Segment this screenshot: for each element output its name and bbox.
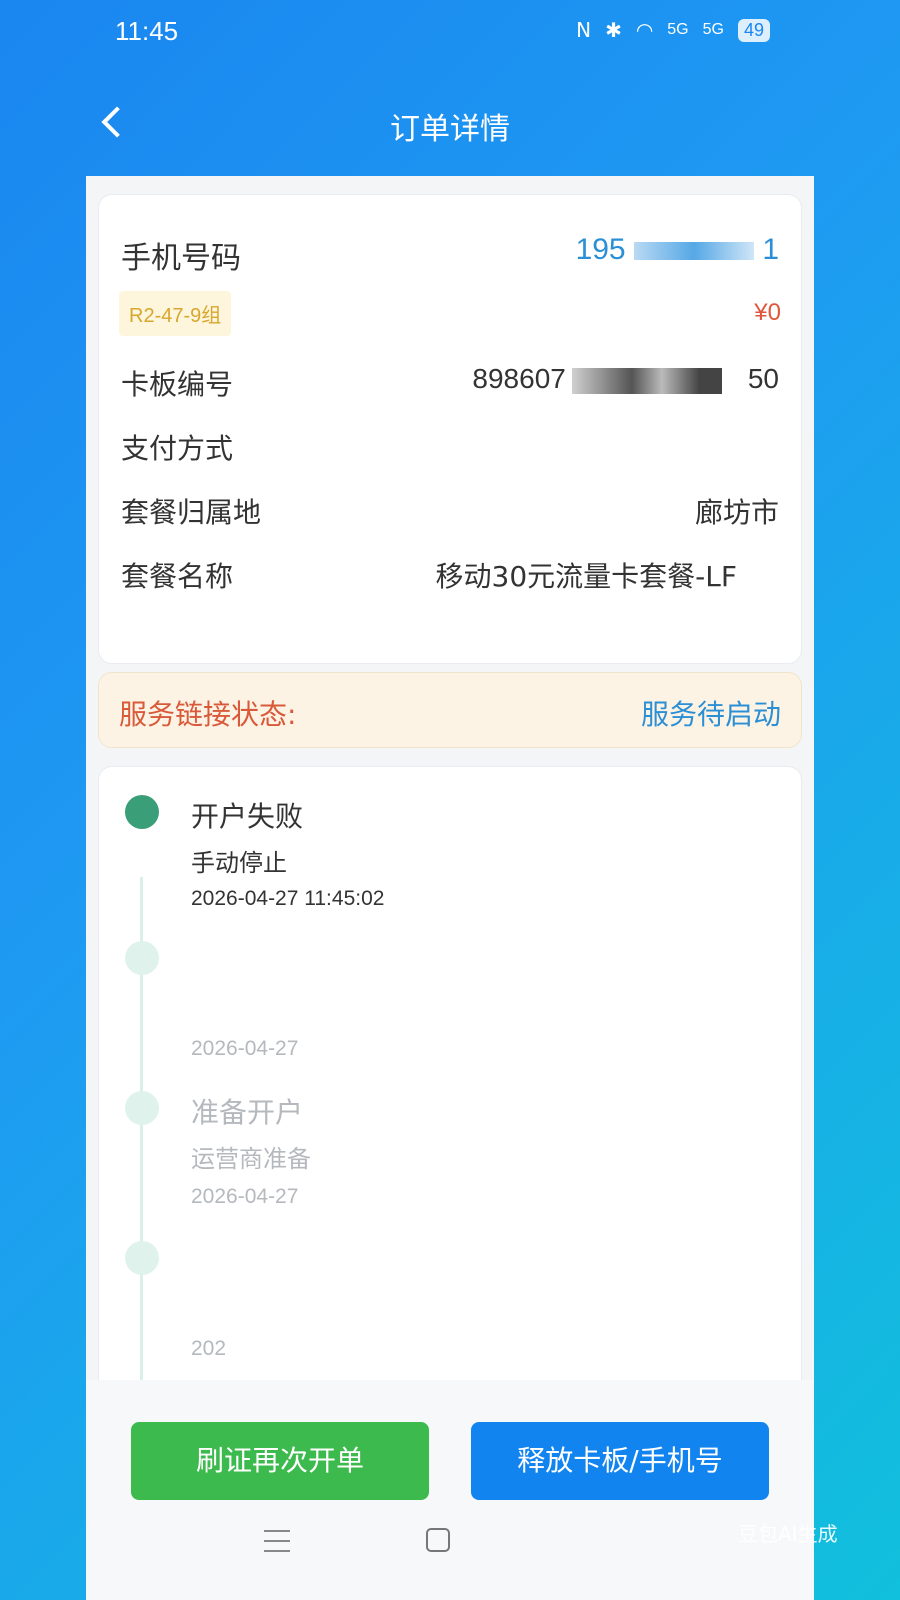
nav-bar: 订单详情: [0, 90, 900, 160]
status-bar: 11:45 N ✱ ◠ 5G 5G 49: [0, 0, 900, 64]
cellular-signal-icon: 5G: [667, 21, 689, 38]
phone-value: 195 1: [576, 233, 779, 267]
bluetooth-icon: ✱: [605, 18, 622, 42]
timeline-title: 开户失败: [191, 800, 304, 833]
package-value: 移动30元流量卡套餐-LF: [435, 560, 737, 593]
timeline-title: 准备开户: [191, 1096, 304, 1129]
menu-icon[interactable]: [264, 1530, 290, 1552]
timeline-time: 2026-04-27: [191, 1185, 299, 1208]
board-label: 卡板编号: [121, 368, 234, 401]
package-label: 套餐名称: [121, 560, 234, 593]
ai-watermark: 豆包AI生成: [738, 1522, 838, 1546]
release-card-button[interactable]: 释放卡板/手机号: [471, 1422, 769, 1500]
timeline-dot-icon: [125, 1241, 159, 1275]
order-info-card: 手机号码 195 1 R2-47-9组 ¥0 卡板编号 898607 50 支付方…: [98, 194, 802, 664]
board-value-prefix: 898607: [472, 363, 566, 394]
cellular-signal-icon-2: 5G: [702, 21, 724, 38]
timeline-time: 202: [191, 1337, 227, 1360]
timeline-card: 开户失败 手动停止 2026-04-27 11:45:02 2026-04-27…: [98, 766, 802, 1406]
redaction-mask: [633, 242, 754, 261]
bottom-action-bar: 刷证再次开单 释放卡板/手机号: [86, 1380, 814, 1600]
timeline-time: 2026-04-27 11:45:02: [191, 887, 385, 910]
timeline-dot-active-icon: [125, 795, 159, 829]
timeline-desc: 运营商准备: [191, 1145, 311, 1173]
timeline-dot-icon: [125, 941, 159, 975]
home-icon[interactable]: [426, 1528, 450, 1552]
group-badge: R2-47-9组: [119, 291, 232, 336]
clock: 11:45: [115, 16, 179, 46]
location-value: 廊坊市: [694, 496, 779, 529]
board-value-suffix: 50: [747, 363, 779, 394]
price: ¥0: [754, 299, 781, 326]
nfc-icon: N: [576, 18, 592, 42]
service-status-strip: 服务链接状态: 服务待启动: [98, 672, 802, 748]
status-icons: N ✱ ◠ 5G 5G 49: [576, 18, 770, 42]
timeline-time: 2026-04-27: [191, 1037, 299, 1060]
service-status-label: 服务链接状态:: [119, 698, 297, 731]
reissue-order-button[interactable]: 刷证再次开单: [131, 1422, 429, 1500]
phone-value-suffix: 1: [762, 233, 779, 266]
redaction-mask: [571, 367, 722, 394]
timeline-desc: 手动停止: [191, 849, 287, 877]
page-title: 订单详情: [390, 112, 510, 147]
service-status-value: 服务待启动: [640, 698, 781, 731]
battery-icon: 49: [737, 18, 770, 42]
phone-label: 手机号码: [121, 241, 241, 276]
wifi-icon: ◠: [635, 18, 654, 42]
payment-label: 支付方式: [121, 432, 234, 465]
timeline-dot-icon: [125, 1091, 159, 1125]
location-label: 套餐归属地: [121, 496, 262, 529]
board-value: 898607 50: [472, 363, 779, 395]
phone-value-prefix: 195: [575, 233, 626, 266]
